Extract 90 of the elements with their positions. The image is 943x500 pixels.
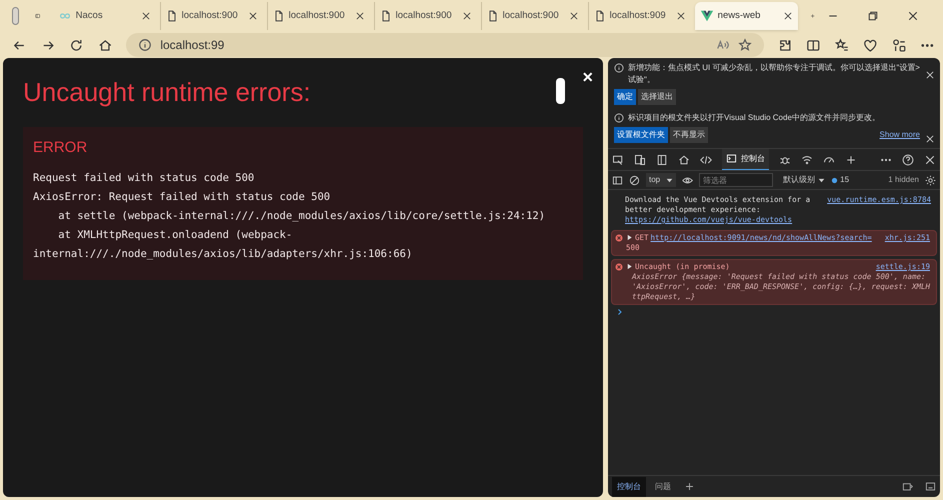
overlay-title: Uncaught runtime errors: — [23, 76, 311, 108]
plus-icon[interactable] — [845, 154, 857, 166]
vue-logo-icon — [700, 9, 714, 23]
expand-triangle-icon[interactable] — [626, 234, 633, 241]
browser-essentials-icon[interactable] — [863, 38, 878, 52]
address-text: localhost:99 — [160, 37, 226, 54]
page-icon — [486, 10, 499, 22]
tab-title: Nacos — [76, 8, 104, 23]
sidebar-icon[interactable] — [612, 174, 623, 186]
favorite-icon[interactable] — [738, 38, 752, 52]
scrollbar[interactable] — [556, 78, 565, 104]
browser-tab[interactable]: localhost:900 — [266, 2, 370, 30]
page-icon — [594, 10, 606, 22]
home-icon[interactable] — [678, 154, 690, 166]
dock-drawer-icon[interactable] — [902, 481, 913, 492]
hidden-count: 1 hidden — [888, 174, 919, 186]
browser-tab[interactable]: localhost:900 — [160, 2, 263, 30]
context-dropdown[interactable]: top — [646, 173, 676, 187]
collections-icon[interactable] — [892, 38, 906, 52]
code-icon[interactable] — [700, 154, 712, 166]
wifi-icon[interactable] — [801, 154, 813, 166]
close-button[interactable]: × — [582, 64, 593, 91]
close-icon[interactable] — [907, 10, 919, 22]
tab-title: news-web — [718, 8, 762, 23]
error-line: AxiosError: Request failed with status code 500 — [33, 190, 332, 205]
settings-icon[interactable] — [925, 174, 936, 186]
close-tab-icon[interactable] — [248, 11, 258, 21]
dock-icon[interactable] — [656, 154, 668, 166]
profile-avatar[interactable] — [12, 7, 20, 25]
error-line: Request failed with status code 500 — [33, 171, 256, 186]
issues-counter[interactable]: 15 — [831, 174, 850, 186]
device-icon[interactable] — [634, 154, 646, 166]
close-tab-icon[interactable] — [354, 11, 365, 21]
close-tab-icon[interactable] — [782, 11, 793, 21]
address-bar[interactable]: localhost:99 — [126, 33, 764, 57]
clear-icon[interactable] — [629, 174, 640, 186]
tab-title: localhost:900 — [502, 8, 560, 23]
browser-tab[interactable]: localhost:900 — [374, 2, 477, 30]
close-tab-icon[interactable] — [568, 11, 579, 21]
error-icon — [615, 263, 623, 271]
help-icon[interactable] — [902, 154, 914, 166]
browser-tab[interactable]: news-web — [694, 2, 798, 30]
tab-title: localhost:900 — [182, 8, 239, 23]
notice-text: 标识项目的根文件夹以打开Visual Studio Code中的源文件并同步更改。 — [628, 112, 880, 124]
info-icon — [138, 38, 152, 52]
notice-button[interactable]: 不再显示 — [670, 127, 708, 143]
notice-button[interactable]: 确定 — [614, 89, 636, 105]
prompt-chevron-icon[interactable] — [616, 308, 624, 316]
favorites-icon[interactable] — [834, 38, 850, 52]
inspect-icon[interactable] — [612, 154, 624, 166]
refresh-icon[interactable] — [69, 38, 84, 52]
tab-title: localhost:900 — [396, 8, 453, 23]
close-tab-icon[interactable] — [676, 11, 686, 21]
home-icon[interactable] — [98, 38, 112, 52]
expand-triangle-icon[interactable] — [626, 263, 633, 270]
notice-button[interactable]: 选择退出 — [638, 89, 676, 105]
tab-title: localhost:900 — [288, 8, 346, 23]
error-icon — [615, 234, 623, 242]
close-tab-icon[interactable] — [462, 11, 472, 21]
tab-title: localhost:909 — [610, 8, 667, 23]
close-tab-icon[interactable] — [140, 11, 151, 21]
issue-icon — [831, 176, 838, 184]
eye-icon[interactable] — [682, 174, 694, 186]
extensions-icon[interactable] — [778, 38, 792, 52]
caret-icon — [818, 176, 826, 184]
levels-dropdown[interactable]: 默认级别 — [783, 174, 826, 186]
drawer-tab[interactable]: 问题 — [650, 476, 676, 496]
undock-drawer-icon[interactable] — [925, 481, 936, 492]
browser-tab[interactable]: Nacos — [52, 2, 156, 30]
console-tab[interactable]: 控制台 — [722, 148, 769, 170]
page-icon — [272, 10, 285, 22]
drawer-tab[interactable]: 控制台 — [612, 476, 646, 496]
error-line: at XMLHttpRequest.onloadend (webpack-internal:///./node_modules/axios/lib/adapters/xhr.js:106:66) — [33, 228, 414, 262]
console-icon — [726, 153, 737, 164]
page-icon — [380, 10, 392, 22]
browser-tab[interactable]: localhost:909 — [588, 2, 691, 30]
split-screen-icon[interactable] — [806, 38, 821, 52]
plus-icon[interactable] — [684, 481, 695, 492]
info-icon — [614, 63, 624, 73]
notice-button[interactable]: 设置根文件夹 — [614, 127, 668, 143]
notice-text: 新增功能：焦点模式 UI 可减少杂乱，以帮助你专注于调试。你可以选择退出"设置>试验"。 — [628, 62, 920, 86]
error-line: at settle (webpack-internal:///./node_modules/axios/lib/core/settle.js:24:12) — [57, 209, 546, 224]
error-heading: ERROR — [33, 138, 88, 158]
info-icon — [614, 113, 624, 123]
filter-field[interactable]: 筛选器 — [699, 173, 774, 187]
show-more-link[interactable]: Show more — [880, 129, 920, 141]
browser-tab[interactable]: localhost:900 — [480, 2, 584, 30]
page-icon — [166, 10, 178, 22]
caret-icon — [666, 176, 674, 184]
restore-icon[interactable] — [867, 10, 879, 22]
